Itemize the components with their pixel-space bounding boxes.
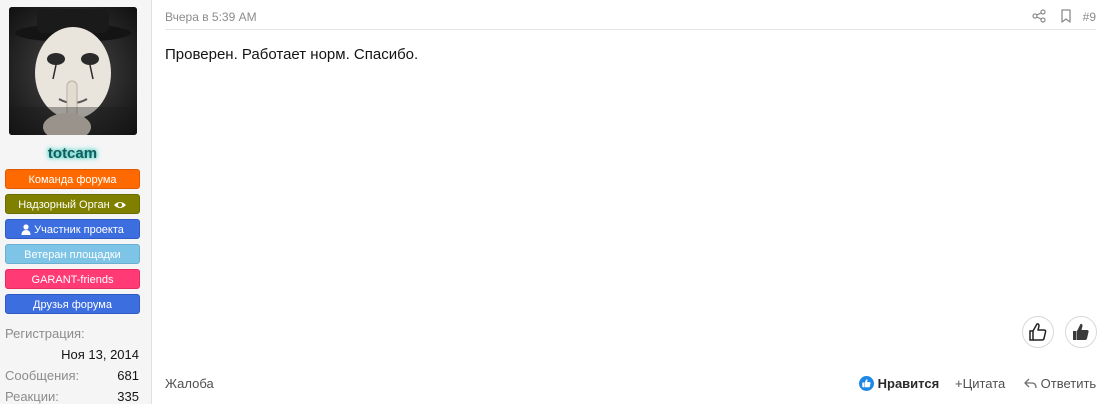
badge-label: Участник проекта [34,224,124,236]
user-sidebar: totcam Команда форума Надзорный Орган Уч… [0,0,152,404]
thumbs-up-reaction-button[interactable] [1022,316,1054,348]
messages-label: Сообщения: [5,368,80,383]
eye-icon [113,202,126,208]
reply-button[interactable]: Ответить [1024,376,1096,391]
reply-label: Ответить [1040,376,1097,391]
avatar[interactable] [9,7,137,135]
post-number[interactable]: #9 [1083,10,1096,24]
reply-icon [1024,378,1037,389]
plus-icon: + [955,376,963,391]
reactions-value: 335 [117,389,139,404]
messages-value: 681 [117,368,139,383]
post-time[interactable]: Вчера в 5:39 AM [165,10,257,24]
badge-forum-friends: Друзья форума [5,294,140,314]
user-icon [21,224,31,235]
badge-label: Надзорный Орган [18,199,110,211]
share-icon[interactable] [1032,9,1046,28]
bookmark-icon[interactable] [1060,9,1072,28]
thumbs-up-filled-icon [1073,323,1089,340]
quote-button[interactable]: +Цитата [955,376,1005,391]
like-button[interactable]: Нравится [859,376,939,391]
username[interactable]: totcam [0,145,145,162]
badge-label: Команда форума [28,174,117,186]
badge-team: Команда форума [5,169,140,189]
badge-garant-friends: GARANT-friends [5,269,140,289]
badge-label: GARANT-friends [31,274,114,286]
quote-label: Цитата [962,376,1006,391]
reactions-label: Реакции: [5,389,59,404]
badge-label: Друзья форума [33,299,112,311]
post-content: Проверен. Работает норм. Спасибо. [165,46,419,63]
registration-value: Ноя 13, 2014 [61,347,139,362]
header-divider [165,29,1096,30]
badge-supervisory: Надзорный Орган [5,194,140,214]
report-link[interactable]: Жалоба [165,376,214,391]
badge-veteran: Ветеран площадки [5,244,140,264]
post-main: Вчера в 5:39 AM #9 Проверен. Работает но… [152,0,1104,404]
thumbs-up-filled-reaction-button[interactable] [1065,316,1097,348]
badge-label: Ветеран площадки [24,249,121,261]
thumbs-up-icon [1029,323,1047,341]
badge-project-member: Участник проекта [5,219,140,239]
like-label: Нравится [877,376,940,391]
avatar-image [9,7,137,135]
registration-label: Регистрация: [5,326,85,341]
like-badge-icon [859,376,874,391]
